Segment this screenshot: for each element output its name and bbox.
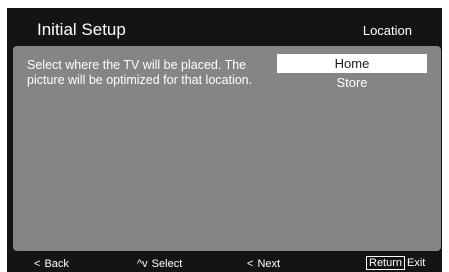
next-label: Next xyxy=(257,258,281,270)
footer-hints: < Back ^v Select < Next Return Exit xyxy=(7,254,442,272)
option-store[interactable]: Store xyxy=(277,73,427,92)
up-down-icon: ^v xyxy=(137,258,148,270)
tv-setup-screen: Initial Setup Location Select where the … xyxy=(7,8,442,272)
option-home[interactable]: Home xyxy=(277,54,427,73)
back-arrow-icon: < xyxy=(34,258,41,270)
return-key-icon: Return xyxy=(366,256,406,270)
back-label: Back xyxy=(44,258,69,270)
section-title: Location xyxy=(362,23,412,38)
exit-label: Exit xyxy=(407,257,426,269)
select-label: Select xyxy=(151,258,183,270)
select-hint: ^v Select xyxy=(137,258,182,270)
next-arrow-icon: < xyxy=(247,258,254,270)
back-hint[interactable]: < Back xyxy=(34,258,69,270)
description-text: Select where the TV will be placed. The … xyxy=(27,58,253,87)
exit-hint[interactable]: Return Exit xyxy=(366,256,425,270)
page-title: Initial Setup xyxy=(37,20,126,39)
next-hint[interactable]: < Next xyxy=(247,258,280,270)
location-options-list: Home Store xyxy=(277,54,427,92)
